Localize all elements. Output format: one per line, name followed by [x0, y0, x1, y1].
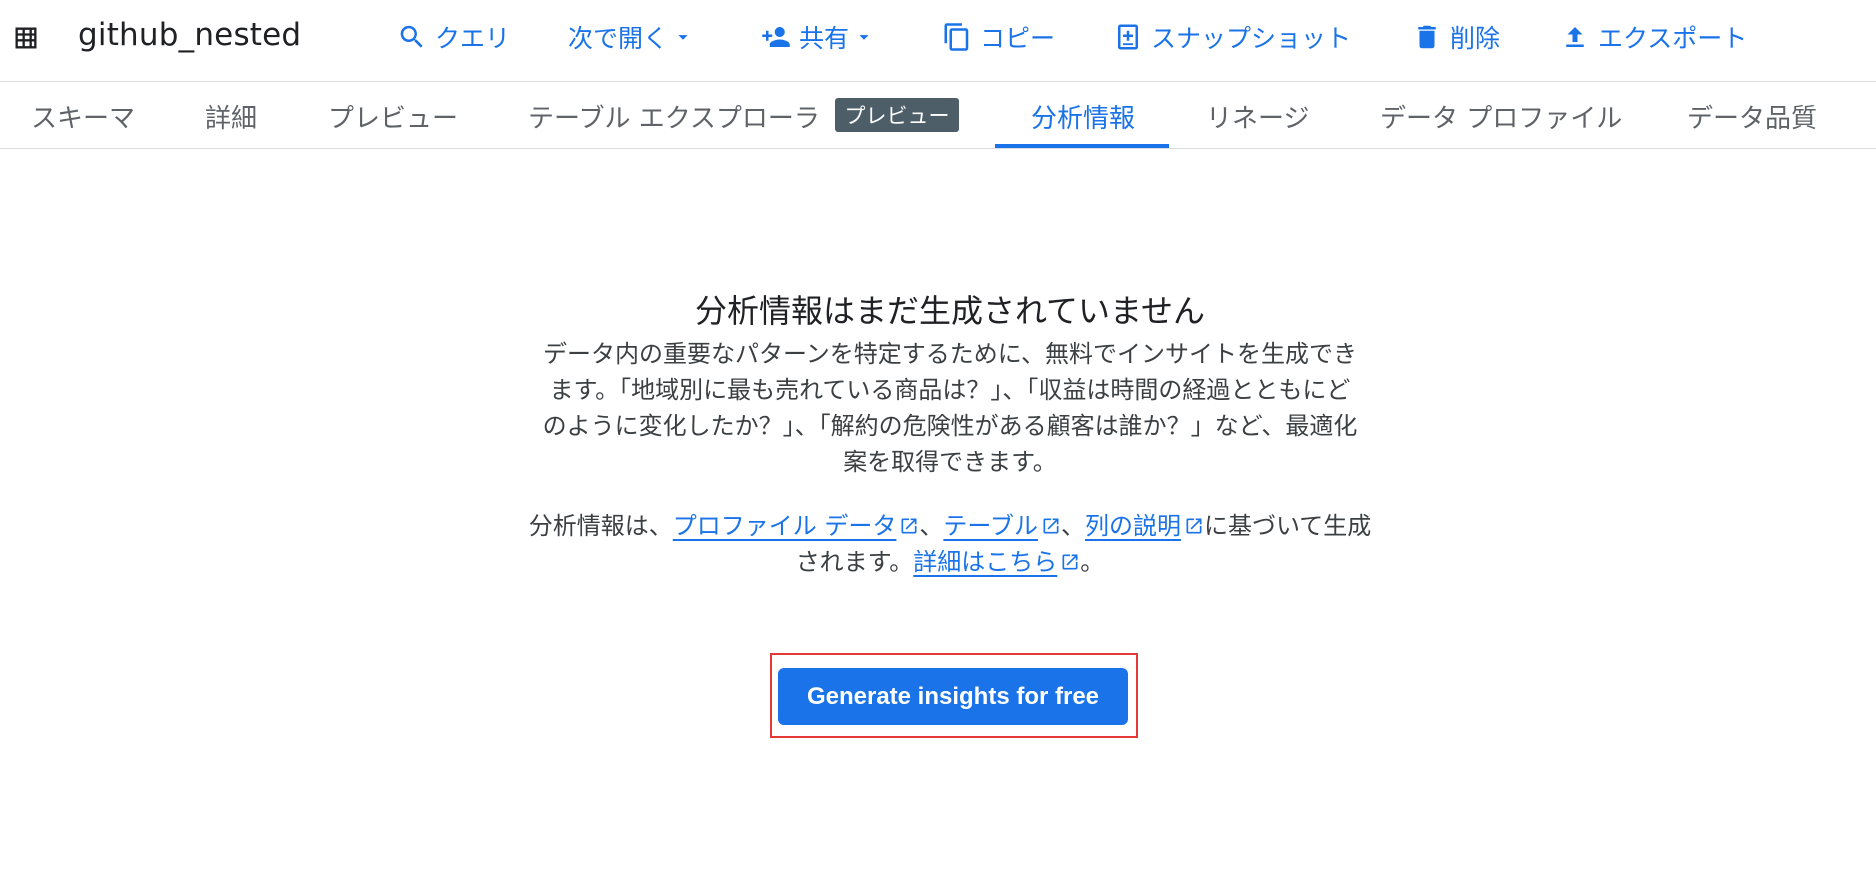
- learn-more-link[interactable]: 詳細はこちら: [913, 548, 1080, 576]
- upload-icon: [1566, 27, 1584, 47]
- external-link-icon: [901, 518, 917, 534]
- learn-more-link-label: 詳細はこちら: [913, 548, 1058, 576]
- external-link-icon: [1062, 554, 1078, 570]
- generate-insights-button[interactable]: Generate insights for free: [778, 668, 1128, 725]
- basis-prefix: 分析情報は、: [528, 512, 673, 540]
- tab-schema[interactable]: スキーマ: [31, 83, 135, 149]
- tab-preview[interactable]: プレビュー: [328, 83, 458, 149]
- table-toolbar: github_nested クエリ 次で開く 共有 コピー スナップショット 削…: [0, 0, 1876, 82]
- table-link[interactable]: テーブル: [943, 512, 1061, 540]
- share-label: 共有: [799, 24, 850, 53]
- external-link-icon: [1186, 518, 1202, 534]
- tab-data-quality[interactable]: データ品質: [1687, 83, 1817, 149]
- tab-table-explorer[interactable]: テーブル エクスプローラ: [528, 83, 820, 149]
- empty-state-description: データ内の重要なパターンを特定するために、無料でインサイトを生成できます。「地域…: [542, 340, 1358, 476]
- separator: 、: [919, 512, 944, 540]
- open-in-button[interactable]: 次で開く: [568, 14, 694, 60]
- table-link-label: テーブル: [943, 512, 1038, 540]
- preview-badge: プレビュー: [835, 98, 959, 132]
- table-icon: [15, 27, 37, 49]
- open-in-label: 次で開く: [568, 24, 669, 53]
- tab-insights[interactable]: 分析情報: [1031, 83, 1135, 149]
- query-label: クエリ: [435, 24, 511, 53]
- export-label: エクスポート: [1598, 24, 1748, 53]
- copy-button[interactable]: コピー: [942, 14, 1055, 60]
- share-button[interactable]: 共有: [761, 14, 875, 60]
- empty-state-title: 分析情報はまだ生成されていません: [694, 292, 1206, 330]
- copy-icon: [944, 23, 969, 51]
- snapshot-icon: [1118, 24, 1138, 50]
- profile-data-link-label: プロファイル データ: [672, 512, 897, 540]
- search-icon: [400, 25, 423, 48]
- copy-label: コピー: [980, 24, 1056, 53]
- export-button[interactable]: エクスポート: [1560, 14, 1747, 60]
- caret-down-icon: [859, 35, 869, 40]
- caret-down-icon: [678, 35, 688, 40]
- tab-data-profile[interactable]: データ プロファイル: [1380, 83, 1622, 149]
- period: 。: [1080, 548, 1105, 576]
- active-tab-indicator: [995, 144, 1169, 148]
- tab-details[interactable]: 詳細: [205, 83, 257, 149]
- table-title: github_nested: [78, 17, 302, 53]
- delete-label: 削除: [1450, 24, 1501, 53]
- delete-button[interactable]: 削除: [1412, 14, 1500, 60]
- profile-data-link[interactable]: プロファイル データ: [673, 512, 920, 540]
- snapshot-label: スナップショット: [1151, 24, 1352, 53]
- tab-lineage[interactable]: リネージ: [1206, 83, 1309, 149]
- trash-icon: [1418, 25, 1436, 49]
- external-link-icon: [1043, 518, 1059, 534]
- insights-basis-text: 分析情報は、プロファイル データ 、テーブル 、列の説明 に基づいて生成されます。詳細…: [525, 508, 1375, 580]
- person-add-icon: [762, 27, 790, 47]
- snapshot-button[interactable]: スナップショット: [1113, 14, 1351, 60]
- column-descriptions-link[interactable]: 列の説明: [1085, 512, 1204, 540]
- insights-empty-state: 分析情報はまだ生成されていません データ内の重要なパターンを特定するために、無料…: [520, 290, 1380, 580]
- query-button[interactable]: クエリ: [397, 14, 510, 60]
- separator: 、: [1060, 512, 1085, 540]
- column-descriptions-link-label: 列の説明: [1084, 512, 1181, 540]
